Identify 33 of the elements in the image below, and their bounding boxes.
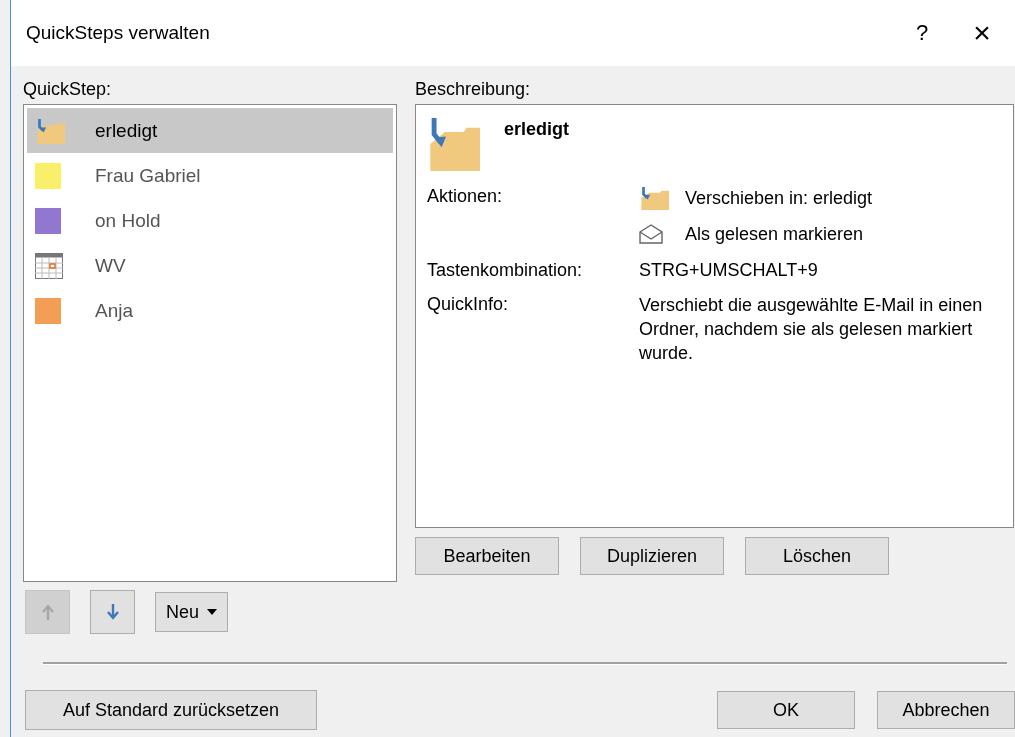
- action-text: Verschieben in: erledigt: [685, 187, 873, 209]
- action-text: Als gelesen markieren: [685, 223, 864, 245]
- shortcut-value: STRG+UMSCHALT+9: [639, 259, 819, 281]
- envelope-icon: [639, 223, 663, 245]
- reset-button[interactable]: Auf Standard zurücksetzen: [25, 690, 317, 730]
- tooltip-text: Verschiebt die ausgewählte E-Mail in einen Ordner, nachdem sie als gelesen markiert wurde.: [639, 294, 984, 365]
- window-title: QuickSteps verwalten: [26, 22, 210, 44]
- action-button[interactable]: Löschen: [745, 537, 889, 575]
- quickstep-item[interactable]: erledigt: [27, 108, 393, 153]
- down-arrow-icon: [106, 604, 119, 620]
- up-arrow-icon: [41, 604, 54, 620]
- field-label: QuickInfo:: [427, 293, 510, 316]
- cancel-button[interactable]: Abbrechen: [877, 691, 1015, 729]
- move-down-button[interactable]: [90, 590, 135, 634]
- field-label: Tastenkombination:: [427, 259, 584, 281]
- description-label: Beschreibung:: [415, 78, 532, 101]
- help-button[interactable]: ?: [897, 13, 947, 53]
- quickstep-item[interactable]: Frau Gabriel: [27, 153, 393, 198]
- description-title: erledigt: [504, 118, 569, 140]
- ok-button[interactable]: OK: [717, 691, 855, 729]
- action-button[interactable]: Duplizieren: [580, 537, 724, 575]
- field-label: Aktionen:: [427, 185, 504, 208]
- folder-arrow-icon: [35, 117, 65, 144]
- caret-icon: [207, 609, 218, 615]
- calendar-icon: [35, 252, 63, 279]
- folder-arrow-icon: [639, 186, 669, 210]
- list-label: QuickStep:: [23, 78, 113, 101]
- new-button[interactable]: Neu: [155, 592, 229, 632]
- close-button[interactable]: ×: [957, 13, 1007, 53]
- quickstep-item[interactable]: on Hold: [27, 198, 393, 243]
- quickstep-item[interactable]: Anja: [27, 288, 393, 333]
- quickstep-item[interactable]: WV: [27, 243, 393, 288]
- action-button[interactable]: Bearbeiten: [415, 537, 559, 575]
